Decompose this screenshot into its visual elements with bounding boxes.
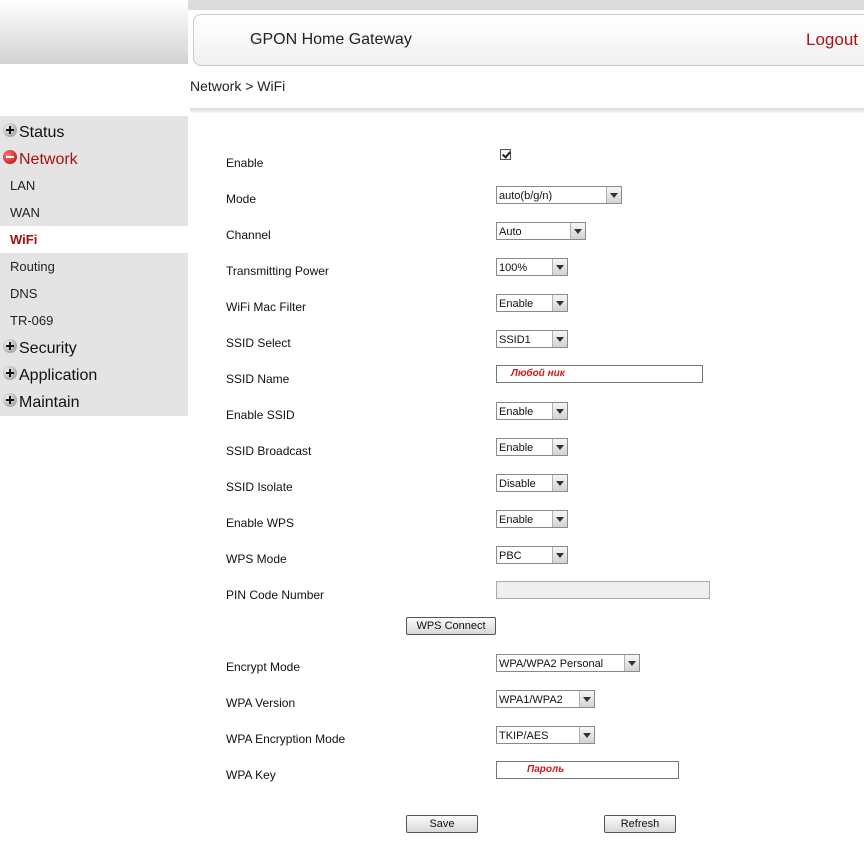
sidebar-item-label: LAN bbox=[10, 178, 36, 193]
enable-wps-select-value: Enable bbox=[499, 514, 534, 526]
sidebar-item-security[interactable]: Security bbox=[0, 334, 188, 361]
mac-filter-select-value: Enable bbox=[499, 298, 534, 310]
wpa-enc-mode-select[interactable]: TKIP/AES bbox=[496, 726, 595, 744]
sidebar-item-routing[interactable]: Routing bbox=[0, 253, 188, 280]
sidebar-item-label: Network bbox=[19, 151, 78, 168]
encrypt-mode-select-value: WPA/WPA2 Personal bbox=[499, 658, 604, 670]
chevron-down-icon bbox=[570, 223, 585, 239]
pin-code-input[interactable] bbox=[496, 581, 710, 599]
enable-checkbox[interactable] bbox=[500, 149, 511, 160]
encrypt-mode-label: Encrypt Mode bbox=[226, 660, 301, 674]
wpa-key-input[interactable]: Пароль bbox=[496, 761, 679, 779]
enable-ssid-select[interactable]: Enable bbox=[496, 402, 568, 420]
ssid-select-label: SSID Select bbox=[226, 336, 291, 350]
wpa-version-select[interactable]: WPA1/WPA2 bbox=[496, 690, 595, 708]
chevron-down-icon bbox=[552, 511, 567, 527]
sidebar: Status Network LAN WAN WiFi Routing DNS … bbox=[0, 116, 188, 416]
chevron-down-icon bbox=[606, 187, 621, 203]
sidebar-item-dns[interactable]: DNS bbox=[0, 280, 188, 307]
page-header: GPON Home Gateway Logout bbox=[193, 14, 864, 66]
refresh-button[interactable]: Refresh bbox=[604, 815, 676, 833]
sidebar-item-label: WAN bbox=[10, 205, 40, 220]
ssid-broadcast-label: SSID Broadcast bbox=[226, 444, 312, 458]
ssid-broadcast-select[interactable]: Enable bbox=[496, 438, 568, 456]
sidebar-item-tr069[interactable]: TR-069 bbox=[0, 307, 188, 334]
pin-code-label: PIN Code Number bbox=[226, 588, 325, 602]
expand-plus-icon bbox=[3, 339, 17, 353]
mode-label: Mode bbox=[226, 192, 257, 206]
encrypt-mode-select[interactable]: WPA/WPA2 Personal bbox=[496, 654, 640, 672]
chevron-down-icon bbox=[552, 403, 567, 419]
ssid-broadcast-select-value: Enable bbox=[499, 442, 534, 454]
channel-label: Channel bbox=[226, 228, 271, 242]
wps-mode-label: WPS Mode bbox=[226, 552, 287, 566]
expand-plus-icon bbox=[3, 393, 17, 407]
divider bbox=[190, 108, 864, 113]
chevron-down-icon bbox=[552, 475, 567, 491]
sidebar-item-label: WiFi bbox=[10, 232, 38, 247]
wpa-enc-mode-select-value: TKIP/AES bbox=[499, 730, 549, 742]
ssid-select[interactable]: SSID1 bbox=[496, 330, 568, 348]
sidebar-item-label: Security bbox=[19, 340, 77, 357]
sidebar-item-status[interactable]: Status bbox=[0, 118, 188, 145]
wps-mode-select[interactable]: PBC bbox=[496, 546, 568, 564]
ssid-isolate-select[interactable]: Disable bbox=[496, 474, 568, 492]
ssid-select-value: SSID1 bbox=[499, 334, 531, 346]
ssid-name-label: SSID Name bbox=[226, 372, 290, 386]
mac-filter-select[interactable]: Enable bbox=[496, 294, 568, 312]
sidebar-item-label: Status bbox=[19, 124, 65, 141]
sidebar-item-label: Routing bbox=[10, 259, 55, 274]
chevron-down-icon bbox=[552, 439, 567, 455]
mode-select[interactable]: auto(b/g/n) bbox=[496, 186, 622, 204]
mode-select-value: auto(b/g/n) bbox=[499, 190, 553, 202]
sidebar-item-label: DNS bbox=[10, 286, 38, 301]
wpa-key-label: WPA Key bbox=[226, 768, 276, 782]
chevron-down-icon bbox=[624, 655, 639, 671]
wpa-version-select-value: WPA1/WPA2 bbox=[499, 694, 563, 706]
enable-ssid-select-value: Enable bbox=[499, 406, 534, 418]
tx-power-label: Transmitting Power bbox=[226, 264, 329, 278]
chevron-down-icon bbox=[579, 727, 594, 743]
enable-ssid-label: Enable SSID bbox=[226, 408, 295, 422]
sidebar-item-wan[interactable]: WAN bbox=[0, 199, 188, 226]
enable-wps-label: Enable WPS bbox=[226, 516, 295, 530]
collapse-minus-icon bbox=[3, 150, 17, 164]
sidebar-header-bar bbox=[0, 0, 188, 64]
sidebar-item-lan[interactable]: LAN bbox=[0, 172, 188, 199]
chevron-down-icon bbox=[552, 331, 567, 347]
enable-label: Enable bbox=[226, 156, 264, 170]
breadcrumb: Network > WiFi bbox=[190, 78, 286, 94]
sidebar-item-label: Maintain bbox=[19, 394, 80, 411]
mac-filter-label: WiFi Mac Filter bbox=[226, 300, 306, 314]
chevron-down-icon bbox=[552, 295, 567, 311]
ssid-name-input[interactable]: Любой ник bbox=[496, 365, 703, 383]
chevron-down-icon bbox=[552, 259, 567, 275]
sidebar-item-application[interactable]: Application bbox=[0, 361, 188, 388]
sidebar-item-label: Application bbox=[19, 367, 98, 384]
wps-mode-select-value: PBC bbox=[499, 550, 522, 562]
chevron-down-icon bbox=[579, 691, 594, 707]
ssid-isolate-select-value: Disable bbox=[499, 478, 536, 490]
wps-connect-button[interactable]: WPS Connect bbox=[406, 617, 496, 635]
expand-plus-icon bbox=[3, 366, 17, 380]
sidebar-item-network[interactable]: Network bbox=[0, 145, 188, 172]
app-title: GPON Home Gateway bbox=[250, 31, 412, 48]
tx-power-select-value: 100% bbox=[499, 262, 528, 274]
tx-power-select[interactable]: 100% bbox=[496, 258, 568, 276]
sidebar-item-wifi[interactable]: WiFi bbox=[0, 226, 188, 253]
wpa-enc-mode-label: WPA Encryption Mode bbox=[226, 732, 346, 746]
sidebar-item-label: TR-069 bbox=[10, 313, 54, 328]
channel-select[interactable]: Auto bbox=[496, 222, 586, 240]
save-button[interactable]: Save bbox=[406, 815, 478, 833]
chevron-down-icon bbox=[552, 547, 567, 563]
wpa-version-label: WPA Version bbox=[226, 696, 296, 710]
ssid-isolate-label: SSID Isolate bbox=[226, 480, 293, 494]
sidebar-spacer bbox=[0, 64, 188, 116]
enable-wps-select[interactable]: Enable bbox=[496, 510, 568, 528]
channel-select-value: Auto bbox=[499, 226, 522, 238]
header-strip bbox=[188, 0, 864, 10]
sidebar-item-maintain[interactable]: Maintain bbox=[0, 388, 188, 415]
expand-plus-icon bbox=[3, 123, 17, 137]
logout-link[interactable]: Logout bbox=[806, 30, 858, 50]
